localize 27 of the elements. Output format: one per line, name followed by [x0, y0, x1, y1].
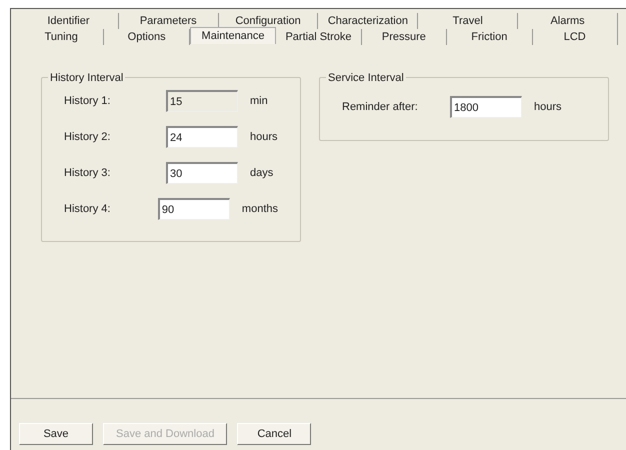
tab[interactable]: LCD [532, 29, 618, 45]
tab[interactable]: Partial Stroke [276, 29, 362, 45]
unit-label: min [250, 94, 268, 109]
unit-label: hours [250, 130, 278, 145]
tab[interactable]: Pressure [362, 29, 448, 45]
field-label: History 3: [64, 166, 112, 181]
input-field[interactable]: 24 [166, 126, 238, 148]
tab[interactable]: Characterization [318, 13, 418, 29]
tab[interactable]: Maintenance [190, 27, 276, 44]
unit-label: days [250, 166, 274, 181]
tab[interactable]: Travel [418, 13, 518, 29]
field-label: History 2: [64, 130, 112, 145]
button[interactable]: Cancel [237, 423, 312, 445]
input-field[interactable]: 90 [158, 198, 230, 220]
tab[interactable]: Identifier [19, 13, 119, 29]
unit-label: months [242, 202, 278, 217]
tab[interactable]: Alarms [518, 13, 618, 29]
input-field[interactable]: 30 [166, 162, 238, 184]
tab[interactable]: Friction [447, 29, 533, 45]
input-field[interactable]: 1800 [450, 96, 522, 118]
field-label: Reminder after: [342, 100, 419, 115]
tab[interactable]: Tuning [19, 29, 104, 45]
field-label: History 1: [64, 94, 112, 109]
group-title: History Interval [48, 70, 126, 86]
unit-label: hours [534, 100, 562, 115]
field-label: History 4: [64, 202, 112, 217]
button[interactable]: Save [19, 423, 93, 445]
